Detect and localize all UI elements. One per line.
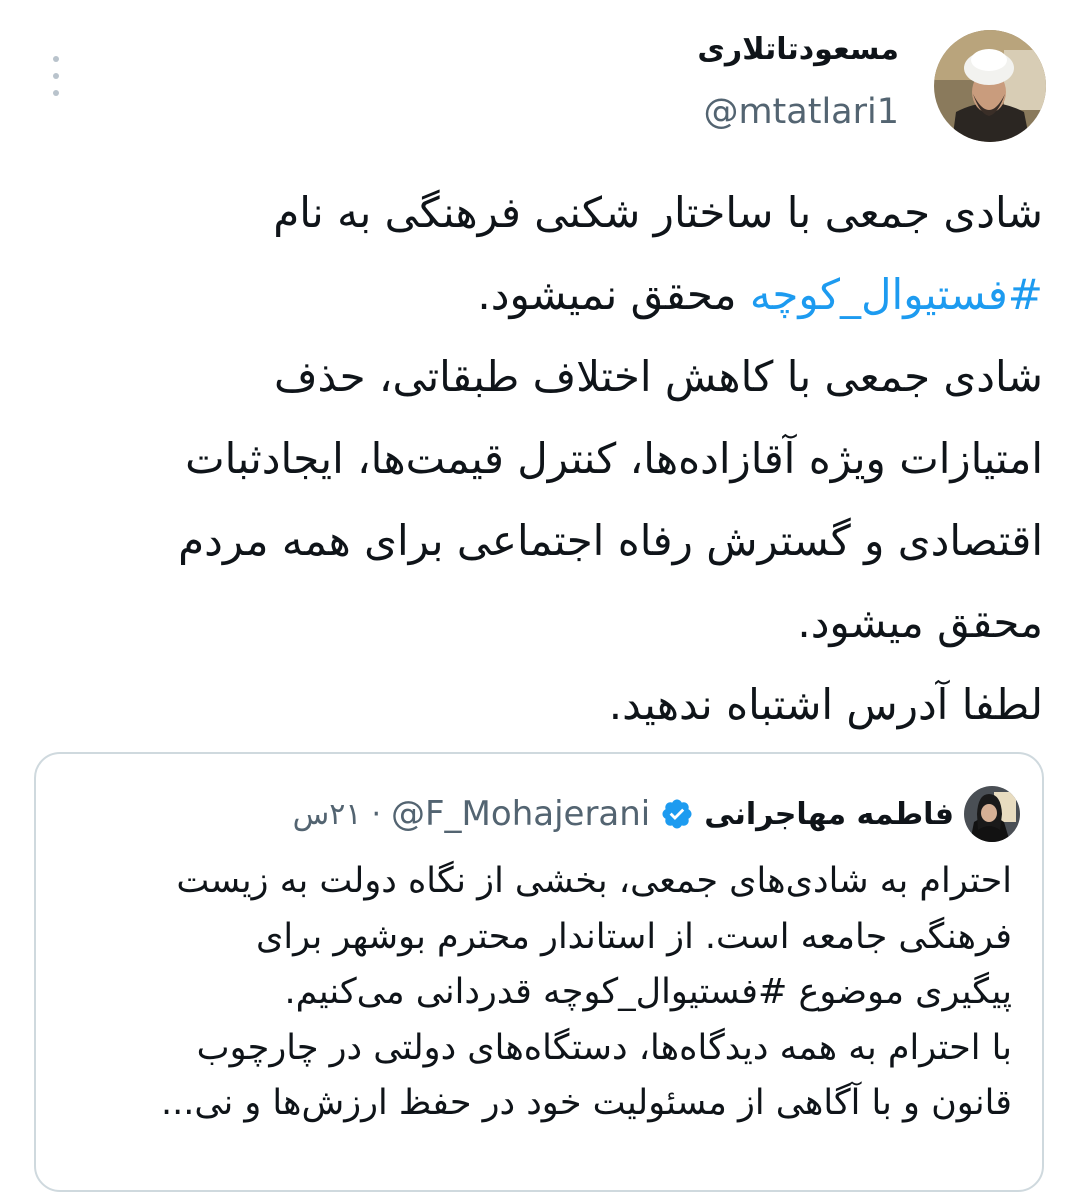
tweet-line: اقتصادی و گسترش رفاه اجتماعی برای همه مر… xyxy=(178,516,1043,565)
more-options-button[interactable] xyxy=(44,56,68,96)
tweet-line-with-hashtag: #فستیوال_کوچه محقق نمیشود. xyxy=(43,254,1043,336)
more-dot-icon xyxy=(53,90,59,96)
avatar-image xyxy=(934,30,1046,142)
tweet-line: شادی جمعی با کاهش اختلاف طبقاتی، حذف xyxy=(273,352,1043,401)
author-avatar[interactable] xyxy=(934,30,1046,142)
quoted-line: احترام به شادی‌های جمعی، بخشی از نگاه دو… xyxy=(176,861,1012,901)
more-dot-icon xyxy=(53,73,59,79)
author-handle[interactable]: @mtatlari1 xyxy=(703,92,899,132)
verified-badge-icon xyxy=(662,799,692,829)
quoted-tweet-text: احترام به شادی‌های جمعی، بخشی از نگاه دو… xyxy=(52,854,1012,1132)
quoted-line: پیگیری موضوع #فستیوال_کوچه قدردانی می‌کن… xyxy=(284,972,1012,1012)
quoted-author-avatar[interactable] xyxy=(964,786,1020,842)
tweet-line: امتیازات ویژه آقازاده‌ها، کنترل قیمت‌ها،… xyxy=(185,434,1043,483)
tweet-line: شادی جمعی با ساختار شکنی فرهنگی به نام xyxy=(273,188,1043,237)
tweet-line: لطفا آدرس اشتباه ندهید. xyxy=(608,680,1043,729)
quoted-tweet-time[interactable]: ۲۱س xyxy=(293,797,362,832)
quoted-avatar-image xyxy=(964,786,1020,842)
quoted-line: قانون و با آگاهی از مسئولیت خود در حفظ ا… xyxy=(160,1083,1012,1123)
quoted-line: فرهنگی جامعه است. از استاندار محترم بوشه… xyxy=(256,916,1012,957)
hashtag-link[interactable]: #فستیوال_کوچه xyxy=(750,270,1043,319)
quoted-tweet-card[interactable]: فاطمه مهاجرانی @F_Mohajerani · ۲۱س احترا… xyxy=(34,752,1044,1192)
quoted-author-name[interactable]: فاطمه مهاجرانی xyxy=(704,797,954,832)
tweet-line: محقق نمیشود. xyxy=(477,270,737,319)
quoted-line: با احترام به همه دیدگاه‌ها، دستگاه‌های د… xyxy=(196,1027,1012,1068)
author-name[interactable]: مسعودتاتلاری xyxy=(697,32,899,67)
header-separator: · xyxy=(371,796,381,832)
quoted-tweet-header: فاطمه مهاجرانی @F_Mohajerani · ۲۱س xyxy=(293,782,1020,846)
quoted-author-handle[interactable]: @F_Mohajerani xyxy=(391,794,650,834)
tweet-text: شادی جمعی با ساختار شکنی فرهنگی به نام #… xyxy=(43,172,1043,746)
tweet-line: محقق میشود. xyxy=(797,598,1043,647)
more-dot-icon xyxy=(53,56,59,62)
